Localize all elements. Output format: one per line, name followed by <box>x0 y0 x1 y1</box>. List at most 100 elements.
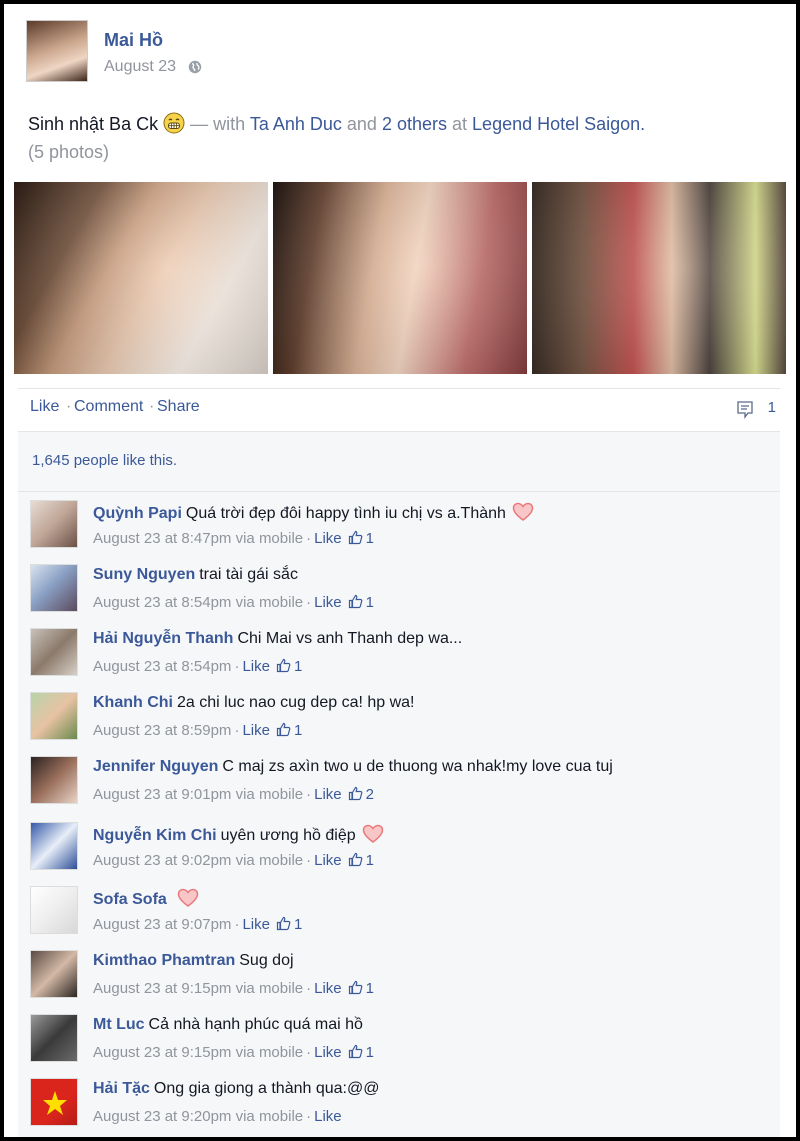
commenter-avatar[interactable] <box>30 886 78 934</box>
separator-dot: · <box>306 786 312 803</box>
heart-emoji-icon <box>362 824 383 843</box>
tagged-others-link[interactable]: 2 others <box>382 114 447 134</box>
separator-dot: · <box>149 398 155 415</box>
comment-item: Sofa Sofa August 23 at 9:07pm · Like 1 <box>18 878 780 942</box>
location-link[interactable]: Legend Hotel Saigon. <box>472 114 645 134</box>
post-message: Sinh nhật Ba Ck — with Ta Anh Duc and 2 … <box>28 110 768 166</box>
photo-1[interactable] <box>14 182 268 374</box>
comment-like-count[interactable]: 1 <box>366 530 374 547</box>
comment-item: Kimthao Phamtran Sug doj August 23 at 9:15… <box>18 942 780 1006</box>
separator-dot: · <box>66 398 72 415</box>
tagged-friend-link[interactable]: Ta Anh Duc <box>250 114 342 134</box>
comment-timestamp[interactable]: August 23 at 9:15pm via mobile <box>93 980 303 997</box>
comment-item: Khanh Chi 2a chi luc nao cug dep ca! hp w… <box>18 684 780 748</box>
comment-like-button[interactable]: Like <box>242 916 270 933</box>
separator-dot: · <box>234 658 240 675</box>
separator-dot: · <box>234 916 240 933</box>
comment-meta: August 23 at 8:54pm via mobile · Like 1 <box>93 594 374 611</box>
comment-like-count[interactable]: 1 <box>366 594 374 611</box>
comment-timestamp[interactable]: August 23 at 9:20pm via mobile <box>93 1108 303 1125</box>
comment-meta: August 23 at 9:15pm via mobile · Like 1 <box>93 1044 374 1061</box>
comment-like-count[interactable]: 1 <box>366 980 374 997</box>
separator-dot: · <box>306 1044 312 1061</box>
comment-timestamp[interactable]: August 23 at 9:07pm <box>93 916 231 933</box>
comment-timestamp[interactable]: August 23 at 8:47pm via mobile <box>93 530 303 547</box>
comment-like-count[interactable]: 1 <box>366 1044 374 1061</box>
author-name[interactable]: Mai Hồ <box>104 30 163 51</box>
commenter-name[interactable]: Kimthao Phamtran <box>93 952 235 969</box>
commenter-avatar[interactable] <box>30 822 78 870</box>
likes-summary: 1,645 people like this. <box>18 432 780 492</box>
commenter-avatar[interactable] <box>30 564 78 612</box>
like-button[interactable]: Like <box>30 398 59 416</box>
comment-like-button[interactable]: Like <box>314 786 342 803</box>
comment-timestamp[interactable]: August 23 at 8:54pm <box>93 658 231 675</box>
comment-like-count[interactable]: 1 <box>366 852 374 869</box>
comment-timestamp[interactable]: August 23 at 9:15pm via mobile <box>93 1044 303 1061</box>
comment-timestamp[interactable]: August 23 at 9:01pm via mobile <box>93 786 303 803</box>
separator-dot: · <box>306 594 312 611</box>
commenter-name[interactable]: Quỳnh Papi <box>93 505 182 522</box>
photo-2[interactable] <box>273 182 527 374</box>
comment-like-button[interactable]: Like <box>314 530 342 547</box>
comment-meta: August 23 at 8:47pm via mobile · Like 1 <box>93 530 374 547</box>
commenter-avatar[interactable] <box>30 1014 78 1062</box>
comment-body: Hải Tặc Ong gia giong a thành qua:@@ <box>93 1080 379 1098</box>
comment-like-button[interactable]: Like <box>314 852 342 869</box>
commenter-name[interactable]: Sofa Sofa <box>93 891 167 908</box>
comment-text: Quá trời đẹp đôi happy tình iu chị vs a.… <box>185 505 506 522</box>
comment-like-count[interactable]: 2 <box>366 786 374 803</box>
comment-like-button[interactable]: Like <box>314 1044 342 1061</box>
post-text-main: Sinh nhật Ba Ck <box>28 114 159 134</box>
commenter-avatar[interactable] <box>30 628 78 676</box>
commenter-name[interactable]: Hải Tặc <box>93 1080 150 1097</box>
commenter-name[interactable]: Hải Nguyễn Thanh <box>93 630 233 647</box>
comment-like-count[interactable]: 1 <box>294 916 302 933</box>
post-date[interactable]: August 23 <box>104 58 176 76</box>
comment-timestamp[interactable]: August 23 at 8:59pm <box>93 722 231 739</box>
comment-item: Hải Nguyễn Thanh Chi Mai vs anh Thanh dep… <box>18 620 780 684</box>
comment-item: Nguyễn Kim Chi uyên ương hồ điệp August 23… <box>18 814 780 878</box>
commenter-name[interactable]: Mt Luc <box>93 1016 145 1033</box>
post-with-text: — with <box>190 114 246 134</box>
comment-meta: August 23 at 9:02pm via mobile · Like 1 <box>93 852 374 869</box>
separator-dot: · <box>306 1108 312 1125</box>
comment-like-button[interactable]: Like <box>242 658 270 675</box>
comment-like-button[interactable]: Like <box>314 594 342 611</box>
author-avatar[interactable] <box>26 20 88 82</box>
photo-3[interactable] <box>532 182 786 374</box>
comment-item: Hải Tặc Ong gia giong a thành qua:@@ Augus… <box>18 1070 780 1134</box>
comment-text: Cả nhà hạnh phúc quá mai hồ <box>148 1016 363 1033</box>
comment-count[interactable]: 1 <box>736 399 776 421</box>
commenter-avatar[interactable] <box>30 1078 78 1126</box>
thumbs-up-icon <box>348 852 363 867</box>
comment-like-count[interactable]: 1 <box>294 722 302 739</box>
commenter-name[interactable]: Jennifer Nguyen <box>93 758 218 775</box>
commenter-name[interactable]: Suny Nguyen <box>93 566 195 583</box>
comment-list: Quỳnh Papi Quá trời đẹp đôi happy tình iu… <box>18 492 780 1137</box>
thumbs-up-icon <box>348 594 363 609</box>
comment-item: Mt Luc Cả nhà hạnh phúc quá mai hồ August … <box>18 1006 780 1070</box>
commenter-avatar[interactable] <box>30 692 78 740</box>
commenter-avatar[interactable] <box>30 756 78 804</box>
comment-button[interactable]: Comment <box>74 398 143 416</box>
comment-like-button[interactable]: Like <box>314 1108 342 1125</box>
likes-count-link[interactable]: 1,645 people like this. <box>32 452 177 469</box>
comment-like-button[interactable]: Like <box>242 722 270 739</box>
globe-icon[interactable] <box>188 60 202 74</box>
commenter-name[interactable]: Khanh Chi <box>93 694 173 711</box>
comment-like-count[interactable]: 1 <box>294 658 302 675</box>
comment-timestamp[interactable]: August 23 at 8:54pm via mobile <box>93 594 303 611</box>
comment-meta: August 23 at 8:59pm · Like 1 <box>93 722 302 739</box>
commenter-avatar[interactable] <box>30 500 78 548</box>
comment-meta: August 23 at 9:07pm · Like 1 <box>93 916 302 933</box>
commenter-avatar[interactable] <box>30 950 78 998</box>
photos-count: (5 photos) <box>28 142 110 162</box>
share-button[interactable]: Share <box>157 398 200 416</box>
thumbs-up-icon <box>348 786 363 801</box>
comment-like-button[interactable]: Like <box>314 980 342 997</box>
thumbs-up-icon <box>276 722 291 737</box>
comment-timestamp[interactable]: August 23 at 9:02pm via mobile <box>93 852 303 869</box>
post-card: Mai Hồ August 23 Sinh nhật Ba Ck — with … <box>4 4 796 1137</box>
commenter-name[interactable]: Nguyễn Kim Chi <box>93 827 217 844</box>
